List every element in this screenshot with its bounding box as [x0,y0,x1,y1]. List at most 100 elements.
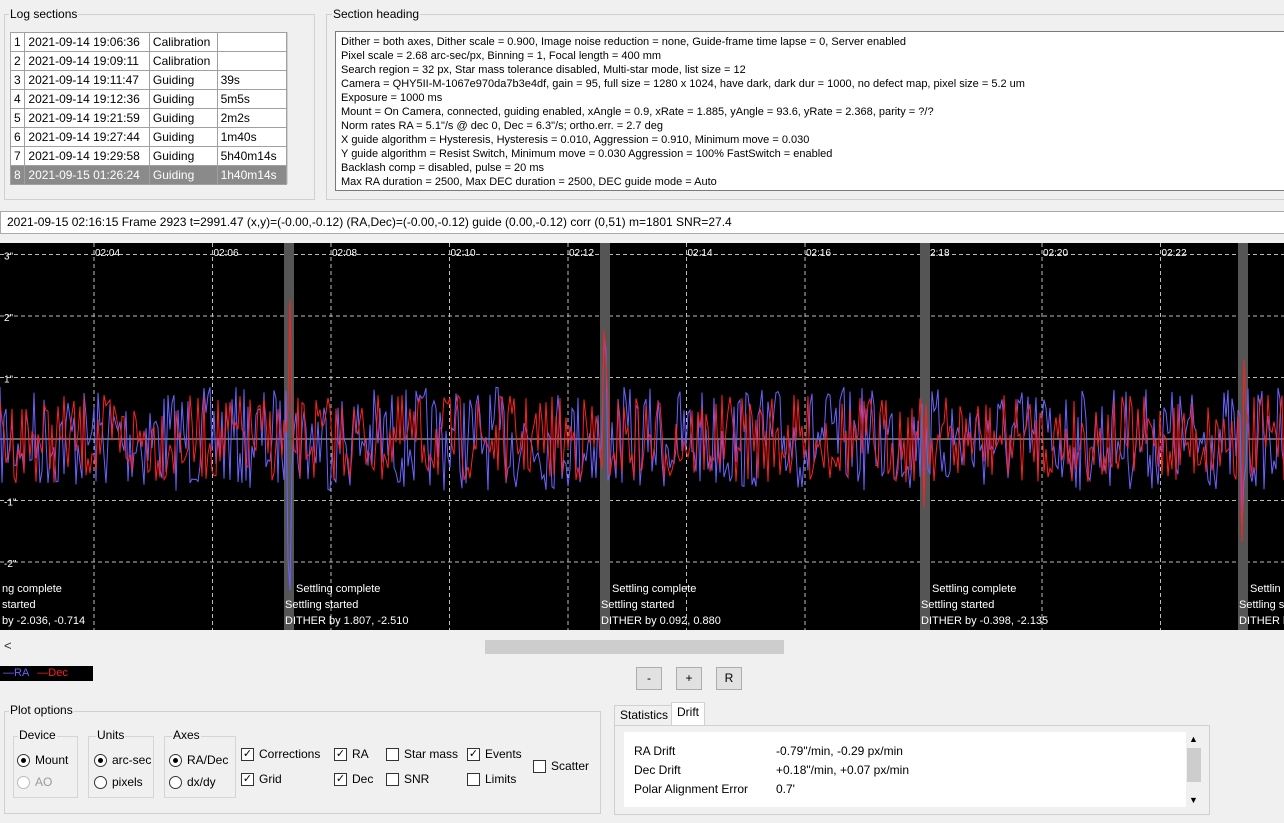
drift-row-dec: Dec Drift +0.18"/min, +0.07 px/min [634,763,909,777]
log-row[interactable]: 4 2021-09-14 19:12:36 Guiding 5m5s [9,89,288,109]
heading-line: Search region = 32 px, Star mass toleran… [341,64,746,76]
drift-scroll-thumb[interactable] [1187,748,1201,782]
log-cell-time: 2021-09-14 19:27:44 [24,127,150,147]
drift-value: +0.18"/min, +0.07 px/min [776,763,910,777]
log-cell-type: Guiding [148,89,218,109]
log-row[interactable]: 5 2021-09-14 19:21:59 Guiding 2m2s [9,108,288,128]
event-settling-started: Settling started [921,599,994,611]
reset-zoom-button[interactable]: R [716,667,742,690]
heading-line: X guide algorithm = Hysteresis, Hysteres… [341,134,810,146]
heading-line: Camera = QHY5II-M-1067e970da7b3e4df, gai… [341,78,1025,90]
log-cell-type: Guiding [148,146,218,166]
log-sections-title: Log sections [9,7,79,21]
log-cell-duration [216,51,288,71]
scroll-up-icon[interactable]: ▲ [1189,734,1198,744]
units-arcsec-label: arc-sec [112,753,152,767]
tab-drift[interactable]: Drift [671,702,705,726]
log-cell-type: Calibration [148,51,218,71]
events-checkbox[interactable]: ✓ Events [467,747,522,761]
checkmark-icon: ✓ [241,747,254,761]
ra-checkbox[interactable]: ✓ RA [334,747,369,761]
log-cell-number: 5 [9,108,26,128]
snr-checkbox[interactable]: SNR [386,772,429,786]
log-row[interactable]: 6 2021-09-14 19:27:44 Guiding 1m40s [9,127,288,147]
time-tick-label: 02:08 [332,248,357,259]
scroll-down-icon[interactable]: ▼ [1189,795,1198,805]
heading-line: Backlash comp = disabled, pulse = 20 ms [341,162,545,174]
grid-label: Grid [259,772,282,786]
log-cell-number: 7 [9,146,26,166]
device-mount-label: Mount [35,753,69,767]
log-cell-type: Guiding [148,165,218,185]
scroll-thumb[interactable] [485,640,784,654]
log-row[interactable]: 3 2021-09-14 19:11:47 Guiding 39s [9,70,288,90]
log-sections-table[interactable]: 1 2021-09-14 19:06:36 Calibration 2 2021-09-… [9,32,288,185]
limits-checkbox[interactable]: Limits [467,772,516,786]
log-cell-time: 2021-09-15 01:26:24 [24,165,150,185]
checkmark-icon: ✓ [334,747,347,761]
snr-label: SNR [404,772,430,786]
log-cell-type: Guiding [148,108,218,128]
log-cell-number: 6 [9,127,26,147]
checkbox-icon [386,772,399,786]
graph-legend: —RA —Dec [0,666,93,681]
event-dither: by -2.036, -0.714 [2,615,85,627]
log-cell-type: Guiding [148,127,218,147]
device-mount-radio[interactable]: Mount [17,753,68,767]
dec-checkbox[interactable]: ✓ Dec [334,772,373,786]
log-cell-number: 3 [9,70,26,90]
zoom-in-button[interactable]: + [676,667,702,690]
corrections-label: Corrections [259,747,321,761]
drift-label: Dec Drift [634,763,681,777]
log-cell-time: 2021-09-14 19:12:36 [24,89,150,109]
event-settling-complete: Settling complete [296,583,380,595]
graph-horizontal-scrollbar[interactable]: < [0,638,1284,656]
log-cell-time: 2021-09-14 19:06:36 [24,32,150,52]
radio-dot-icon [17,775,30,789]
log-cell-number: 1 [9,32,26,52]
ra-label: RA [352,747,369,761]
time-tick-label: 02:14 [688,248,713,259]
drift-row-ra: RA Drift -0.79"/min, -0.29 px/min [634,744,903,758]
heading-line: Norm rates RA = 5.1"/s @ dec 0, Dec = 6.… [341,120,663,132]
log-row[interactable]: 1 2021-09-14 19:06:36 Calibration [9,32,288,52]
axes-dxdy-radio[interactable]: dx/dy [169,775,216,789]
log-cell-time: 2021-09-14 19:11:47 [24,70,150,90]
log-cell-type: Guiding [148,70,218,90]
y-tick-label: 1" [4,375,14,386]
grid-checkbox[interactable]: ✓ Grid [241,772,282,786]
drift-scrollbar[interactable]: ▲ ▼ [1186,732,1203,807]
log-row[interactable]: 2 2021-09-14 19:09:11 Calibration [9,51,288,71]
radio-dot-icon [169,775,182,789]
frame-status-line: 2021-09-15 02:16:15 Frame 2923 t=2991.47… [0,211,1284,234]
drift-panel: RA Drift -0.79"/min, -0.29 px/min Dec Dri… [614,725,1210,815]
event-settling-complete: Settlin [1250,583,1281,595]
dec-label: Dec [352,772,374,786]
time-tick-label: 02:06 [214,248,239,259]
checkbox-icon [533,759,546,773]
zoom-out-button[interactable]: - [636,667,662,690]
units-pixels-radio[interactable]: pixels [94,775,143,789]
time-tick-label: 02:16 [806,248,831,259]
device-title: Device [18,728,57,742]
section-heading-text: Dither = both axes, Dither scale = 0.900… [335,31,1284,191]
drift-value: -0.79"/min, -0.29 px/min [776,744,903,758]
checkbox-icon [467,772,480,786]
event-settling-started: Settling started [601,599,674,611]
log-row[interactable]: 8 2021-09-15 01:26:24 Guiding 1h40m14s [9,165,288,185]
log-row[interactable]: 7 2021-09-14 19:29:58 Guiding 5h40m14s [9,146,288,166]
axes-radec-radio[interactable]: RA/Dec [169,753,228,767]
scroll-left-arrow-icon[interactable]: < [4,638,12,653]
guide-graph[interactable]: 3" 2" 1" -1" -2" 02:04 02:06 02:08 02:10 02:12 02:… [0,243,1284,630]
event-settling-complete: Settling complete [612,583,696,595]
scatter-checkbox[interactable]: Scatter [533,759,589,773]
star-mass-checkbox[interactable]: Star mass [386,747,458,761]
drift-label: RA Drift [634,744,676,758]
units-arcsec-radio[interactable]: arc-sec [94,753,151,767]
event-settling-started: Settling started [285,599,358,611]
device-ao-label: AO [35,775,53,789]
tab-statistics[interactable]: Statistics [614,705,675,726]
drift-value: 0.7' [776,782,795,796]
corrections-checkbox[interactable]: ✓ Corrections [241,747,320,761]
y-tick-label: 3" [4,252,14,263]
